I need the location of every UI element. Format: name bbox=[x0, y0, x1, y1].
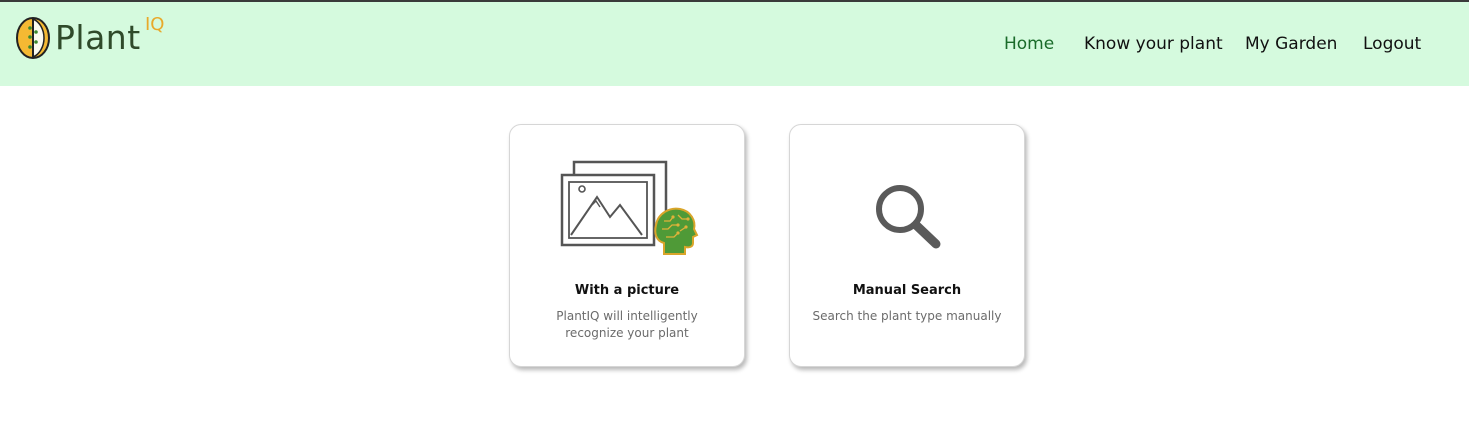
option-card-manual-search[interactable]: Manual Search Search the plant type manu… bbox=[789, 124, 1025, 367]
option-description: PlantIQ will intelligently recognize you… bbox=[556, 309, 698, 340]
brand-name: Plant bbox=[55, 18, 141, 57]
nav-logout-link[interactable]: Logout bbox=[1363, 34, 1421, 54]
option-card-with-picture[interactable]: With a picture PlantIQ will intelligentl… bbox=[509, 124, 745, 367]
logo[interactable]: Plant IQ bbox=[15, 14, 185, 64]
option-description: Search the plant type manually bbox=[812, 309, 1002, 323]
nav-know-your-plant-link[interactable]: Know your plant bbox=[1084, 34, 1223, 54]
leaf-logo-icon bbox=[16, 17, 50, 59]
search-icon bbox=[876, 185, 941, 249]
nav-home-link[interactable]: Home bbox=[1004, 34, 1054, 54]
brand-superscript: IQ bbox=[145, 14, 165, 35]
navbar: Plant IQ Home Know your plant My Garden … bbox=[0, 2, 1469, 86]
option-title: Manual Search bbox=[852, 283, 962, 298]
option-title: With a picture bbox=[574, 283, 680, 298]
nav-my-garden-link[interactable]: My Garden bbox=[1245, 34, 1337, 54]
image-ai-recognition-icon bbox=[560, 160, 699, 255]
